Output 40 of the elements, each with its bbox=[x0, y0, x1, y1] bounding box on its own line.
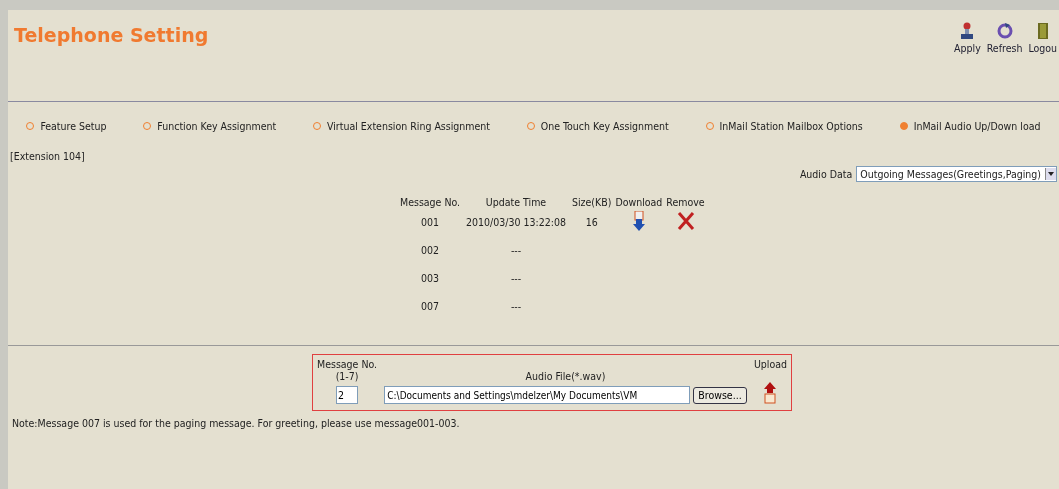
tab[interactable]: Feature Setup bbox=[26, 120, 107, 132]
upload-icon[interactable] bbox=[763, 382, 778, 404]
table-cell-text: --- bbox=[509, 299, 523, 314]
table-cell-text: 002 bbox=[420, 243, 441, 258]
table-cell-text: --- bbox=[509, 243, 523, 258]
tab[interactable]: One Touch Key Assignment bbox=[526, 120, 669, 132]
table-cell-text: 007 bbox=[420, 299, 441, 314]
tab[interactable]: Virtual Extension Ring Assignment bbox=[313, 120, 491, 132]
column-header: Message No. bbox=[399, 196, 462, 208]
stamp-icon bbox=[960, 22, 975, 40]
download-icon[interactable] bbox=[631, 211, 646, 231]
audio-file-label: Audio File(*.wav) bbox=[525, 370, 606, 382]
toolbar-button[interactable]: Apply bbox=[952, 22, 983, 54]
table-cell-text: --- bbox=[509, 271, 523, 286]
table-cell: 001 bbox=[398, 208, 463, 236]
upload-label: Upload bbox=[753, 358, 787, 370]
audio-data-label: Audio Data bbox=[799, 168, 853, 180]
toolbar-button[interactable]: Logou bbox=[1026, 22, 1059, 54]
note-text: Note:Message 007 is used for the paging message. For greeting, please use message001-003. bbox=[12, 417, 461, 429]
table-cell-text: 003 bbox=[420, 271, 441, 286]
tab[interactable]: InMail Station Mailbox Options bbox=[705, 120, 863, 132]
tab[interactable]: Function Key Assignment bbox=[143, 120, 277, 132]
refresh-icon bbox=[996, 22, 1013, 40]
tab[interactable]: InMail Audio Up/Down load bbox=[899, 120, 1041, 132]
audio-data-dropdown[interactable]: Outgoing Messages(Greetings,Paging) bbox=[856, 166, 1057, 182]
message-number-field[interactable]: 2 bbox=[336, 386, 359, 404]
column-header: Size(KB) bbox=[570, 196, 613, 208]
delete-icon[interactable] bbox=[676, 211, 695, 231]
file-path-field[interactable]: C:\Documents and Settings\mdelzer\My Documents\VM bbox=[384, 386, 691, 404]
message-number-label: Message No. (1-7) bbox=[317, 358, 378, 382]
column-header: Download bbox=[614, 196, 664, 208]
browse-button[interactable]: Browse... bbox=[693, 386, 747, 404]
column-header: Update Time bbox=[484, 196, 548, 208]
table-cell: 16 bbox=[585, 216, 598, 228]
extension-label: [Extension 104] bbox=[10, 150, 86, 162]
column-header: Remove bbox=[665, 196, 706, 208]
table-cell: 2010/03/30 13:22:08 bbox=[462, 208, 570, 236]
door-icon bbox=[1036, 22, 1049, 40]
page-title: Telephone Setting bbox=[14, 24, 209, 48]
toolbar-button[interactable]: Refresh bbox=[984, 22, 1025, 54]
